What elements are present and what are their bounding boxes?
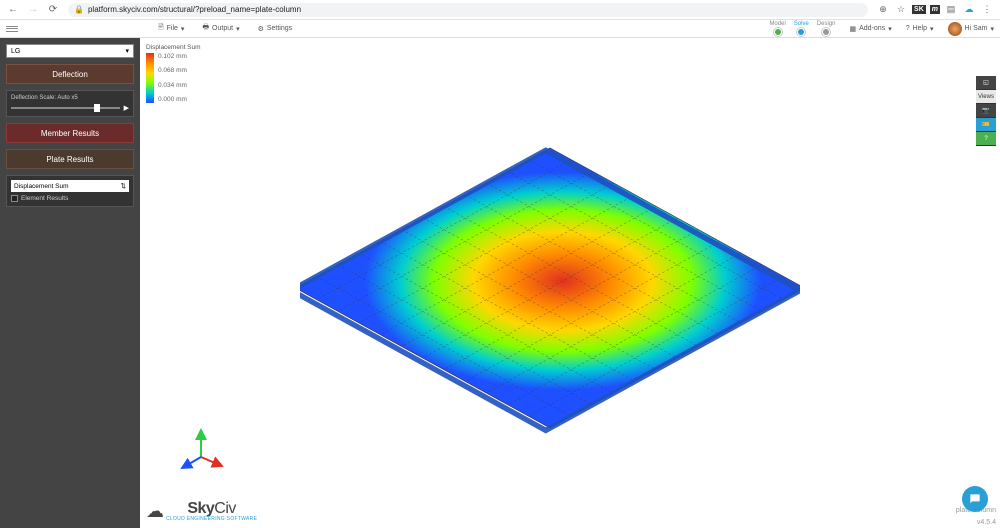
tool-help[interactable]: ? [976, 132, 996, 146]
chevron-down-icon: ▾ [930, 25, 934, 33]
ext-badge-2[interactable]: m [930, 5, 940, 14]
version-label: v4.5.4 [977, 519, 996, 526]
modules-icon: ▦ [849, 25, 856, 33]
play-icon[interactable]: ▶ [124, 104, 129, 112]
deflection-scale-slider[interactable] [11, 107, 120, 109]
legend-tick: 0.034 mm [158, 82, 187, 89]
forward-icon[interactable]: → [26, 3, 40, 17]
panel-deflection[interactable]: Deflection [6, 64, 134, 84]
lock-icon: 🔒 [74, 5, 84, 14]
address-bar[interactable]: 🔒 platform.skyciv.com/structural/?preloa… [68, 3, 868, 17]
panel-plate-results[interactable]: Plate Results [6, 149, 134, 169]
checkbox-icon [11, 195, 18, 202]
ext-icon-3[interactable]: ▤ [944, 3, 958, 17]
cloud-icon: ☁ [146, 501, 164, 522]
mode-design[interactable]: Design [817, 21, 836, 36]
menu-help[interactable]: ?Help ▾ [906, 25, 934, 33]
mode-model[interactable]: Model [769, 21, 785, 36]
legend-tick: 0.000 mm [158, 96, 187, 103]
plate-contour [300, 118, 800, 458]
avatar [948, 22, 962, 36]
legend-tick: 0.068 mm [158, 67, 187, 74]
tool-views[interactable]: Views [976, 90, 996, 104]
load-group-select[interactable]: LG▾ [6, 44, 134, 58]
menu-icon[interactable]: ⋮ [980, 3, 994, 17]
help-icon: ? [906, 25, 910, 32]
chevron-down-icon: ▾ [236, 25, 240, 33]
zoom-icon[interactable]: ⊕ [876, 3, 890, 17]
hamburger-icon[interactable] [6, 23, 18, 35]
mode-dot-icon [797, 28, 805, 36]
legend-tick: 0.102 mm [158, 53, 187, 60]
result-type-select[interactable]: Displacement Sum⇅ [11, 180, 129, 192]
plate-result-controls: Displacement Sum⇅ Element Results [6, 175, 134, 207]
chevron-down-icon: ▾ [990, 25, 994, 33]
chat-button[interactable] [962, 486, 988, 512]
tool-cube[interactable]: ◱ [976, 76, 996, 90]
slider-thumb[interactable] [94, 104, 100, 112]
sidebar: LG▾ Deflection Deflection Scale: Auto x5… [0, 38, 140, 528]
legend-title: Displacement Sum [146, 44, 201, 51]
url-text: platform.skyciv.com/structural/?preload_… [88, 5, 301, 14]
chevron-down-icon: ▾ [125, 47, 129, 55]
color-legend: Displacement Sum 0.102 mm 0.068 mm 0.034… [146, 44, 201, 103]
browser-chrome: ← → ⟳ 🔒 platform.skyciv.com/structural/?… [0, 0, 1000, 20]
gear-icon: ⚙ [258, 25, 264, 33]
logo: ☁ SkyCiv CLOUD ENGINEERING SOFTWARE [146, 501, 257, 522]
mode-dot-icon [822, 28, 830, 36]
tool-camera[interactable]: 📷 [976, 104, 996, 118]
deflection-controls: Deflection Scale: Auto x5 ▶ [6, 90, 134, 117]
chevron-down-icon: ▾ [888, 25, 892, 33]
ext-badge-1[interactable]: SK [912, 5, 926, 14]
viewport-3d[interactable]: Displacement Sum 0.102 mm 0.068 mm 0.034… [140, 38, 1000, 528]
ext-icon-4[interactable]: ☁ [962, 3, 976, 17]
mode-switcher: Model Solve Design [769, 21, 835, 36]
user-menu[interactable]: Hi Sam ▾ [948, 22, 994, 36]
back-icon[interactable]: ← [6, 3, 20, 17]
panel-member-results[interactable]: Member Results [6, 123, 134, 143]
app-toolbar: 🗎File ▾ 🖶Output ▾ ⚙Settings Model Solve … [0, 20, 1000, 38]
menu-settings[interactable]: ⚙Settings [258, 23, 293, 34]
menu-output[interactable]: 🖶Output ▾ [202, 23, 239, 34]
legend-gradient [146, 53, 154, 103]
file-icon: 🗎 [158, 23, 164, 34]
reload-icon[interactable]: ⟳ [46, 3, 60, 17]
tool-ticket[interactable]: 🎫 [976, 118, 996, 132]
output-icon: 🖶 [202, 23, 209, 34]
mode-dot-icon [774, 28, 782, 36]
axis-gizmo [176, 422, 226, 472]
select-handle-icon: ⇅ [121, 182, 126, 190]
mode-solve[interactable]: Solve [794, 21, 809, 36]
element-results-check[interactable]: Element Results [11, 195, 129, 202]
star-icon[interactable]: ☆ [894, 3, 908, 17]
right-toolbar: ◱ Views 📷 🎫 ? [976, 76, 996, 146]
menu-addons[interactable]: ▦Add-ons ▾ [849, 25, 891, 33]
menu-file[interactable]: 🗎File ▾ [158, 23, 184, 34]
chevron-down-icon: ▾ [181, 25, 185, 33]
